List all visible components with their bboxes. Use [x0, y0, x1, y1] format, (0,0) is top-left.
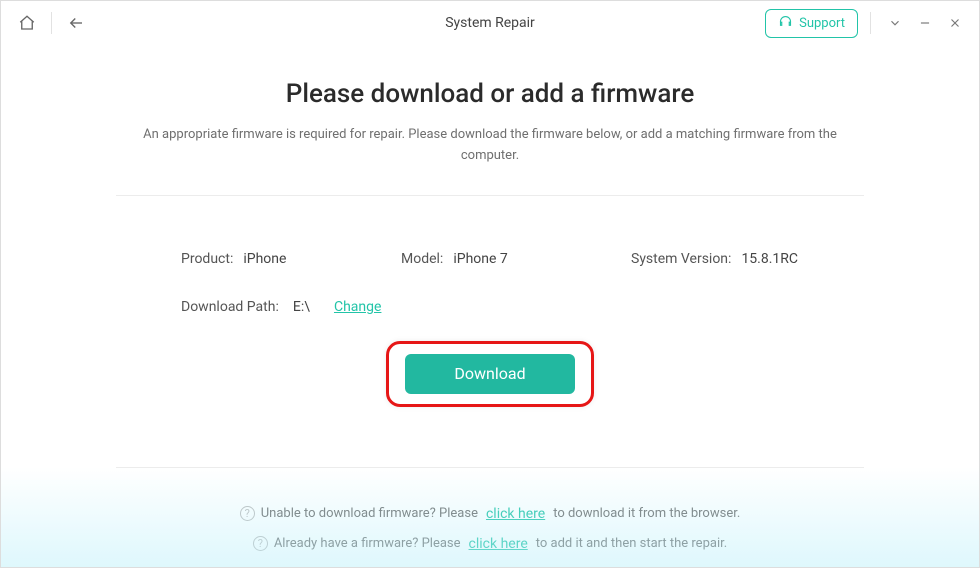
add-firmware-link[interactable]: click here	[469, 536, 528, 552]
path-value: E:\	[293, 299, 310, 315]
chevron-down-icon[interactable]	[883, 11, 907, 35]
back-icon[interactable]	[62, 9, 90, 37]
help-line-add-firmware: ? Already have a firmware? Please click …	[46, 536, 934, 552]
page-heading: Please download or add a firmware	[46, 79, 934, 109]
product-field: Product: iPhone	[181, 251, 401, 267]
minimize-icon[interactable]	[913, 11, 937, 35]
titlebar-left	[13, 9, 90, 37]
help1-post: to download it from the browser.	[553, 506, 740, 521]
separator	[870, 12, 871, 34]
model-value: iPhone 7	[453, 251, 507, 267]
product-value: iPhone	[243, 251, 286, 267]
support-button[interactable]: Support	[765, 9, 858, 38]
model-label: Model:	[401, 251, 443, 267]
download-path-row: Download Path: E:\ Change	[116, 299, 864, 315]
question-icon: ?	[240, 506, 255, 521]
page-subheading: An appropriate firmware is required for …	[140, 125, 840, 167]
main-content: Please download or add a firmware An app…	[1, 45, 979, 552]
divider	[116, 467, 864, 468]
version-label: System Version:	[631, 251, 731, 267]
version-value: 15.8.1RC	[741, 251, 798, 267]
home-icon[interactable]	[13, 9, 41, 37]
info-row-1: Product: iPhone Model: iPhone 7 System V…	[116, 251, 864, 267]
title-bar: System Repair Support	[1, 1, 979, 45]
browser-download-link[interactable]: click here	[486, 506, 545, 522]
help2-post: to add it and then start the repair.	[536, 536, 727, 551]
separator	[51, 12, 52, 34]
window-title: System Repair	[445, 15, 535, 31]
change-path-link[interactable]: Change	[334, 299, 381, 315]
model-field: Model: iPhone 7	[401, 251, 631, 267]
version-field: System Version: 15.8.1RC	[631, 251, 798, 267]
download-button[interactable]: Download	[405, 354, 575, 394]
path-label: Download Path:	[181, 299, 279, 315]
help2-pre: Already have a firmware? Please	[274, 536, 461, 551]
headset-icon	[778, 14, 793, 33]
device-info: Product: iPhone Model: iPhone 7 System V…	[116, 196, 864, 467]
help1-pre: Unable to download firmware? Please	[261, 506, 478, 521]
support-label: Support	[799, 16, 845, 31]
product-label: Product:	[181, 251, 233, 267]
titlebar-right: Support	[765, 9, 967, 38]
question-icon: ?	[253, 536, 268, 551]
help-line-browser: ? Unable to download firmware? Please cl…	[46, 506, 934, 522]
download-highlight-frame: Download	[386, 341, 594, 407]
close-icon[interactable]	[943, 11, 967, 35]
